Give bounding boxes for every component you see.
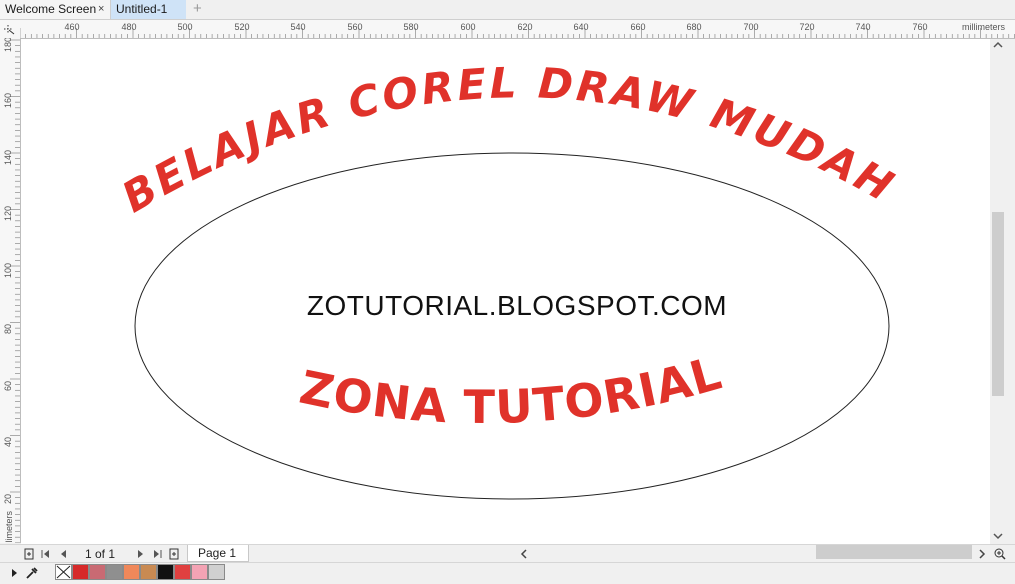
color-swatch[interactable] — [157, 564, 174, 580]
ruler-tick-label: 500 — [177, 22, 193, 32]
drawing-canvas[interactable]: BELAJAR COREL DRAW MUDAH ZOTUTORIAL.BLOG… — [21, 39, 990, 544]
ruler-tick-label: 680 — [686, 22, 702, 32]
horizontal-scroll-thumb[interactable] — [816, 545, 972, 559]
last-page-icon[interactable] — [150, 545, 164, 563]
ruler-tick-label: 740 — [855, 22, 871, 32]
tab-welcome-label: Welcome Screen — [5, 2, 97, 16]
arc-text-top[interactable]: BELAJAR COREL DRAW MUDAH — [114, 58, 904, 222]
horizontal-ruler[interactable]: 0460480500520540560580600620640660680700… — [20, 20, 1015, 39]
zoom-icon[interactable] — [992, 545, 1008, 563]
ruler-tick-label: 640 — [573, 22, 589, 32]
ruler-tick-label: 540 — [290, 22, 306, 32]
ruler-tick-label: 580 — [403, 22, 419, 32]
first-page-icon[interactable] — [38, 545, 52, 563]
tab-untitled-label: Untitled-1 — [116, 2, 168, 16]
previous-page-icon[interactable] — [56, 545, 70, 563]
ruler-tick-label: 520 — [234, 22, 250, 32]
ruler-tick-label: 480 — [121, 22, 137, 32]
ruler-tick-label: 20 — [3, 493, 13, 504]
ruler-units-label-vertical: millimeters — [4, 510, 14, 543]
ruler-units-label: millimeters — [961, 22, 1005, 32]
ruler-tick-label: 120 — [3, 205, 13, 221]
ruler-tick-label: 460 — [64, 22, 80, 32]
tab-welcome-screen[interactable]: Welcome Screen × — [0, 0, 111, 19]
color-swatch[interactable] — [72, 564, 89, 580]
vertical-scroll-thumb[interactable] — [992, 212, 1004, 396]
page-counter: 1 of 1 — [84, 547, 116, 561]
ruler-tick-label: 660 — [630, 22, 646, 32]
color-swatch[interactable] — [123, 564, 140, 580]
vertical-ruler-ticks — [10, 39, 20, 543]
ellipse-shape[interactable] — [134, 152, 890, 500]
arc-text-bottom[interactable]: ZONA TUTORIAL — [295, 345, 727, 434]
color-swatch[interactable] — [208, 564, 225, 580]
add-page-before-icon[interactable] — [22, 545, 36, 563]
scroll-left-icon[interactable] — [518, 545, 530, 563]
ruler-origin-icon — [4, 25, 15, 35]
scroll-right-icon[interactable] — [976, 545, 988, 563]
ruler-tick-label: 160 — [3, 92, 13, 108]
color-swatch[interactable] — [106, 564, 123, 580]
close-icon[interactable]: × — [98, 0, 104, 19]
ruler-tick-label: 620 — [517, 22, 533, 32]
ruler-tick-label: 760 — [912, 22, 928, 32]
ruler-tick-label: 720 — [799, 22, 815, 32]
document-tab-bar: Welcome Screen × Untitled-1 + — [0, 0, 1015, 20]
ruler-tick-label: 700 — [743, 22, 759, 32]
ruler-tick-label: 140 — [3, 149, 13, 165]
color-swatch[interactable] — [174, 564, 191, 580]
tab-untitled-1[interactable]: Untitled-1 — [111, 0, 186, 19]
palette-scroll-icon[interactable] — [10, 567, 20, 579]
ruler-tick-label: 60 — [3, 380, 13, 391]
color-swatch[interactable] — [191, 564, 208, 580]
document-page[interactable]: BELAJAR COREL DRAW MUDAH ZOTUTORIAL.BLOG… — [21, 39, 990, 544]
next-page-icon[interactable] — [133, 545, 147, 563]
no-color-swatch[interactable] — [55, 564, 72, 580]
eyedropper-icon[interactable] — [24, 566, 38, 580]
ruler-tick-label: 560 — [347, 22, 363, 32]
ruler-tick-label: 40 — [3, 436, 13, 447]
vertical-ruler[interactable]: 180 160 140 120 100 80 60 40 20 millimeters — [0, 38, 21, 543]
ruler-origin-corner[interactable] — [0, 20, 21, 39]
color-swatch[interactable] — [89, 564, 106, 580]
ruler-tick-label: 100 — [3, 262, 13, 278]
add-page-after-icon[interactable] — [167, 545, 181, 563]
ruler-tick-label: 600 — [460, 22, 476, 32]
add-tab-icon[interactable]: + — [190, 0, 208, 19]
center-url-text[interactable]: ZOTUTORIAL.BLOGSPOT.COM — [307, 290, 727, 321]
color-swatch[interactable] — [140, 564, 157, 580]
ruler-tick-label: 80 — [3, 323, 13, 334]
page-tab-page-1[interactable]: Page 1 — [187, 545, 249, 562]
ruler-tick-label: 180 — [3, 38, 13, 52]
